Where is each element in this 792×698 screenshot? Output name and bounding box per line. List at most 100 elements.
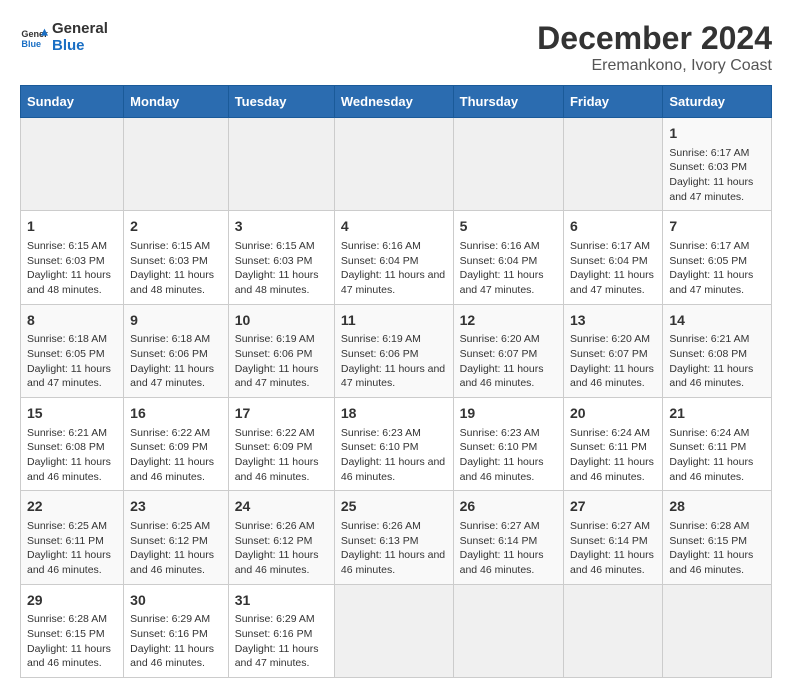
calendar-cell bbox=[453, 118, 563, 211]
day-number: 23 bbox=[130, 497, 222, 517]
day-number: 24 bbox=[235, 497, 328, 517]
day-number: 5 bbox=[460, 217, 557, 237]
daylight-info: Daylight: 11 hours and 47 minutes. bbox=[341, 362, 447, 391]
sunset-info: Sunset: 6:11 PM bbox=[570, 440, 656, 455]
sunset-info: Sunset: 6:11 PM bbox=[27, 534, 117, 549]
daylight-info: Daylight: 11 hours and 47 minutes. bbox=[130, 362, 222, 391]
week-row-3: 8 Sunrise: 6:18 AM Sunset: 6:05 PM Dayli… bbox=[21, 304, 772, 397]
calendar-cell: 8 Sunrise: 6:18 AM Sunset: 6:05 PM Dayli… bbox=[21, 304, 124, 397]
sunrise-info: Sunrise: 6:16 AM bbox=[460, 239, 557, 254]
day-number: 15 bbox=[27, 404, 117, 424]
sunset-info: Sunset: 6:04 PM bbox=[460, 254, 557, 269]
calendar-cell: 16 Sunrise: 6:22 AM Sunset: 6:09 PM Dayl… bbox=[124, 398, 229, 491]
calendar-cell: 24 Sunrise: 6:26 AM Sunset: 6:12 PM Dayl… bbox=[228, 491, 334, 584]
week-row-2: 1 Sunrise: 6:15 AM Sunset: 6:03 PM Dayli… bbox=[21, 211, 772, 304]
day-number: 22 bbox=[27, 497, 117, 517]
day-number: 7 bbox=[669, 217, 765, 237]
daylight-info: Daylight: 11 hours and 47 minutes. bbox=[341, 268, 447, 297]
calendar-header: SundayMondayTuesdayWednesdayThursdayFrid… bbox=[21, 86, 772, 118]
sunrise-info: Sunrise: 6:26 AM bbox=[235, 519, 328, 534]
day-number: 31 bbox=[235, 591, 328, 611]
calendar-cell bbox=[663, 584, 772, 677]
day-number: 30 bbox=[130, 591, 222, 611]
days-header-row: SundayMondayTuesdayWednesdayThursdayFrid… bbox=[21, 86, 772, 118]
day-number: 29 bbox=[27, 591, 117, 611]
sunrise-info: Sunrise: 6:22 AM bbox=[130, 426, 222, 441]
calendar-cell: 23 Sunrise: 6:25 AM Sunset: 6:12 PM Dayl… bbox=[124, 491, 229, 584]
sunset-info: Sunset: 6:03 PM bbox=[669, 160, 765, 175]
sunrise-info: Sunrise: 6:15 AM bbox=[235, 239, 328, 254]
sunset-info: Sunset: 6:03 PM bbox=[235, 254, 328, 269]
sunset-info: Sunset: 6:04 PM bbox=[570, 254, 656, 269]
sunset-info: Sunset: 6:07 PM bbox=[570, 347, 656, 362]
daylight-info: Daylight: 11 hours and 46 minutes. bbox=[235, 455, 328, 484]
sunrise-info: Sunrise: 6:19 AM bbox=[235, 332, 328, 347]
daylight-info: Daylight: 11 hours and 46 minutes. bbox=[27, 455, 117, 484]
calendar-cell bbox=[334, 584, 453, 677]
day-number: 9 bbox=[130, 311, 222, 331]
calendar-cell bbox=[228, 118, 334, 211]
sunrise-info: Sunrise: 6:28 AM bbox=[669, 519, 765, 534]
day-number: 2 bbox=[130, 217, 222, 237]
calendar-cell: 19 Sunrise: 6:23 AM Sunset: 6:10 PM Dayl… bbox=[453, 398, 563, 491]
calendar-cell bbox=[563, 584, 662, 677]
sunset-info: Sunset: 6:10 PM bbox=[341, 440, 447, 455]
daylight-info: Daylight: 11 hours and 46 minutes. bbox=[460, 362, 557, 391]
daylight-info: Daylight: 11 hours and 47 minutes. bbox=[669, 175, 765, 204]
day-number: 26 bbox=[460, 497, 557, 517]
daylight-info: Daylight: 11 hours and 47 minutes. bbox=[235, 362, 328, 391]
sunset-info: Sunset: 6:15 PM bbox=[669, 534, 765, 549]
header-sunday: Sunday bbox=[21, 86, 124, 118]
day-number: 20 bbox=[570, 404, 656, 424]
sunrise-info: Sunrise: 6:23 AM bbox=[460, 426, 557, 441]
calendar-cell: 7 Sunrise: 6:17 AM Sunset: 6:05 PM Dayli… bbox=[663, 211, 772, 304]
daylight-info: Daylight: 11 hours and 47 minutes. bbox=[570, 268, 656, 297]
day-number: 21 bbox=[669, 404, 765, 424]
sunrise-info: Sunrise: 6:17 AM bbox=[570, 239, 656, 254]
daylight-info: Daylight: 11 hours and 46 minutes. bbox=[570, 548, 656, 577]
sunset-info: Sunset: 6:16 PM bbox=[235, 627, 328, 642]
title-section: December 2024 Eremankono, Ivory Coast bbox=[537, 20, 772, 75]
calendar-cell: 15 Sunrise: 6:21 AM Sunset: 6:08 PM Dayl… bbox=[21, 398, 124, 491]
sunrise-info: Sunrise: 6:24 AM bbox=[570, 426, 656, 441]
daylight-info: Daylight: 11 hours and 46 minutes. bbox=[570, 362, 656, 391]
header-friday: Friday bbox=[563, 86, 662, 118]
sunrise-info: Sunrise: 6:27 AM bbox=[570, 519, 656, 534]
day-number: 6 bbox=[570, 217, 656, 237]
sunrise-info: Sunrise: 6:19 AM bbox=[341, 332, 447, 347]
sunset-info: Sunset: 6:03 PM bbox=[130, 254, 222, 269]
day-number: 16 bbox=[130, 404, 222, 424]
sunset-info: Sunset: 6:06 PM bbox=[130, 347, 222, 362]
sunset-info: Sunset: 6:12 PM bbox=[130, 534, 222, 549]
calendar-cell bbox=[124, 118, 229, 211]
daylight-info: Daylight: 11 hours and 47 minutes. bbox=[235, 642, 328, 671]
header-thursday: Thursday bbox=[453, 86, 563, 118]
header-monday: Monday bbox=[124, 86, 229, 118]
sunset-info: Sunset: 6:05 PM bbox=[669, 254, 765, 269]
sunrise-info: Sunrise: 6:25 AM bbox=[27, 519, 117, 534]
daylight-info: Daylight: 11 hours and 46 minutes. bbox=[341, 548, 447, 577]
sunset-info: Sunset: 6:12 PM bbox=[235, 534, 328, 549]
calendar-cell: 9 Sunrise: 6:18 AM Sunset: 6:06 PM Dayli… bbox=[124, 304, 229, 397]
sunset-info: Sunset: 6:08 PM bbox=[669, 347, 765, 362]
sunset-info: Sunset: 6:15 PM bbox=[27, 627, 117, 642]
sunrise-info: Sunrise: 6:18 AM bbox=[130, 332, 222, 347]
sunset-info: Sunset: 6:16 PM bbox=[130, 627, 222, 642]
logo-icon: General Blue bbox=[20, 23, 48, 51]
calendar-cell: 25 Sunrise: 6:26 AM Sunset: 6:13 PM Dayl… bbox=[334, 491, 453, 584]
week-row-5: 22 Sunrise: 6:25 AM Sunset: 6:11 PM Dayl… bbox=[21, 491, 772, 584]
day-number: 3 bbox=[235, 217, 328, 237]
daylight-info: Daylight: 11 hours and 46 minutes. bbox=[669, 362, 765, 391]
page-header: General Blue General Blue December 2024 … bbox=[20, 20, 772, 75]
day-number: 25 bbox=[341, 497, 447, 517]
sunrise-info: Sunrise: 6:29 AM bbox=[235, 612, 328, 627]
daylight-info: Daylight: 11 hours and 46 minutes. bbox=[27, 548, 117, 577]
sunset-info: Sunset: 6:09 PM bbox=[130, 440, 222, 455]
header-tuesday: Tuesday bbox=[228, 86, 334, 118]
daylight-info: Daylight: 11 hours and 46 minutes. bbox=[570, 455, 656, 484]
sunset-info: Sunset: 6:13 PM bbox=[341, 534, 447, 549]
sunset-info: Sunset: 6:08 PM bbox=[27, 440, 117, 455]
sunrise-info: Sunrise: 6:23 AM bbox=[341, 426, 447, 441]
calendar-cell: 14 Sunrise: 6:21 AM Sunset: 6:08 PM Dayl… bbox=[663, 304, 772, 397]
calendar-subtitle: Eremankono, Ivory Coast bbox=[537, 57, 772, 75]
